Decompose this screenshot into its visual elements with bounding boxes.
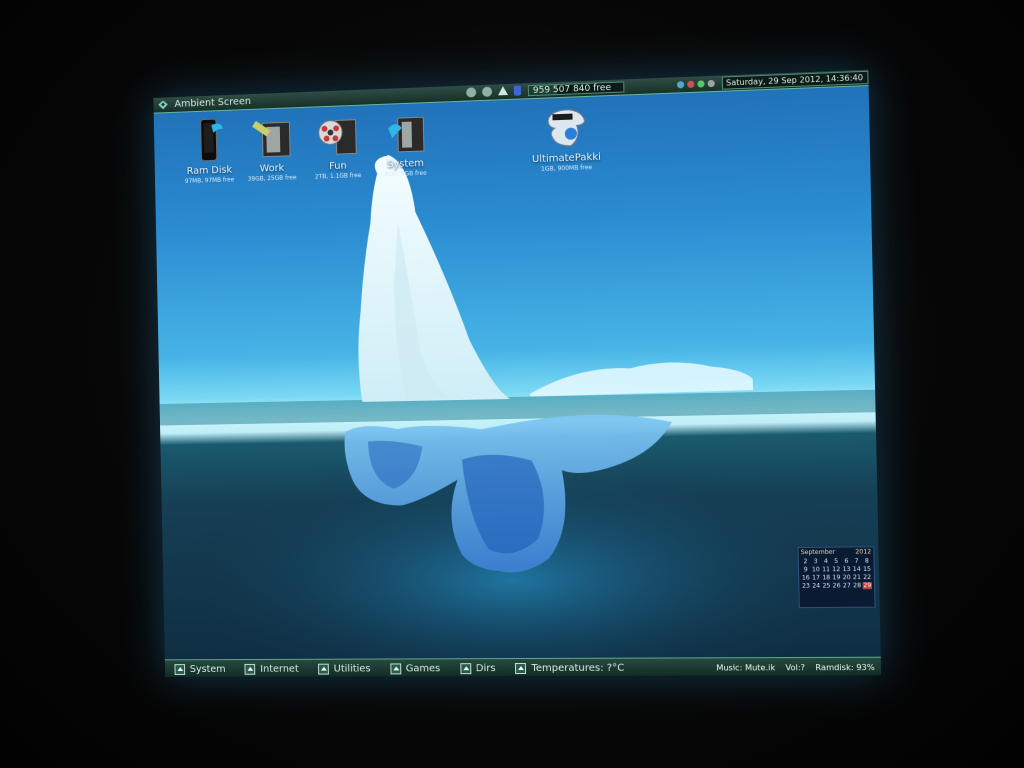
net-indicator-icon [697, 80, 705, 88]
memory-free-text: 959 507 840 free [532, 82, 612, 97]
tray-status-icon[interactable] [466, 87, 477, 98]
app-logo-icon[interactable] [157, 99, 169, 110]
app-title: Ambient Screen [174, 96, 252, 110]
menu-arrow-icon [318, 663, 329, 675]
menu-arrow-icon [174, 663, 186, 675]
calendar-day[interactable]: 15 [862, 566, 871, 573]
calendar-day[interactable]: 7 [852, 558, 861, 565]
calendar-day[interactable]: 20 [842, 574, 851, 581]
calendar-year: 2012 [855, 548, 872, 556]
calendar-day[interactable]: 23 [801, 583, 810, 590]
calendar-day[interactable]: 29 [862, 582, 873, 590]
thermometer-icon [515, 662, 527, 674]
desktop-icon-system[interactable]: System 8GB, 6GB free [370, 109, 440, 180]
calendar-day[interactable]: 19 [832, 574, 841, 581]
calendar-day[interactable]: 22 [863, 574, 872, 581]
misc-indicator-icon [707, 79, 715, 88]
menu-arrow-icon [459, 662, 472, 674]
system-drive-icon [387, 109, 428, 156]
alert-indicator-icon [687, 80, 695, 89]
taskbar-label: Temperatures: ?°C [531, 662, 625, 674]
taskbar-item-dirs[interactable]: Dirs [459, 662, 496, 674]
desktop-icon-ultimatepakki[interactable]: UltimatePakki 1GB, 900MB free [530, 102, 602, 174]
volume-status[interactable]: Vol:? [785, 663, 805, 672]
taskbar-item-temperatures[interactable]: Temperatures: ?°C [515, 662, 625, 674]
calendar-day[interactable]: 16 [801, 574, 810, 581]
memory-indicator-icon [513, 85, 522, 96]
taskbar-item-utilities[interactable]: Utilities [318, 663, 371, 675]
calendar-day[interactable]: 4 [821, 558, 830, 565]
taskbar-label: Games [405, 662, 441, 674]
calendar-day[interactable]: 21 [852, 574, 861, 581]
taskbar-label: System [189, 663, 226, 675]
calendar-day[interactable]: 11 [821, 566, 830, 573]
calendar-day[interactable]: 18 [822, 574, 831, 581]
calendar-day[interactable]: 9 [801, 566, 810, 573]
calendar-month: September [800, 548, 836, 557]
taskbar-status: Music: Mute.ik Vol:? Ramdisk: 93% [716, 662, 875, 672]
ultimatepakki-icon [542, 103, 589, 151]
calendar-day[interactable]: 12 [832, 566, 841, 573]
taskbar-label: Utilities [333, 663, 371, 675]
desktop-icon-fun[interactable]: Fun 2TB, 1.1GB free [303, 111, 373, 182]
calendar-days: 2 3 4 5 6 7 8 9 10 11 12 13 14 15 16 17 18 19 20 21 22 23 24 25… [799, 556, 874, 590]
cpu-indicator-icon [676, 81, 685, 89]
taskbar-item-system[interactable]: System [174, 663, 226, 675]
ramdisk-icon [192, 117, 223, 163]
ramdisk-status: Ramdisk: 93% [815, 662, 875, 672]
calendar-day[interactable]: 10 [811, 566, 820, 573]
calendar-day[interactable]: 6 [842, 558, 851, 565]
calendar-day[interactable]: 5 [831, 558, 840, 565]
taskbar: System Internet Utilities Games Dirs Tem… [164, 656, 882, 677]
eject-icon[interactable] [497, 85, 509, 96]
calendar-widget[interactable]: September 2012 2 3 4 5 6 7 8 9 10 11 12 13 14 15 16 17 1… [797, 546, 876, 609]
film-reel-icon [314, 112, 360, 159]
desktop-icon-ram-disk[interactable]: Ram Disk 97MB, 97MB free [175, 116, 244, 186]
calendar-day[interactable]: 27 [842, 582, 851, 589]
calendar-day[interactable]: 24 [812, 582, 821, 589]
tray-network-icon[interactable] [481, 86, 493, 97]
calendar-day[interactable]: 28 [852, 582, 861, 589]
desktop-icon-work[interactable]: Work 39GB, 25GB free [237, 114, 306, 184]
calendar-day[interactable]: 13 [842, 566, 851, 573]
system-tray [466, 85, 522, 98]
calendar-day[interactable]: 26 [832, 582, 841, 589]
calendar-day[interactable]: 8 [862, 558, 871, 565]
calendar-day[interactable]: 14 [852, 566, 861, 573]
taskbar-item-internet[interactable]: Internet [244, 663, 299, 675]
menu-arrow-icon [389, 662, 401, 674]
memory-free-meter: 959 507 840 free [527, 81, 625, 97]
calendar-day[interactable]: 2 [801, 558, 810, 565]
music-status[interactable]: Music: Mute.ik [716, 663, 775, 672]
taskbar-label: Internet [260, 663, 299, 675]
work-drive-icon [252, 114, 294, 161]
calendar-day[interactable]: 25 [822, 582, 831, 589]
calendar-day[interactable]: 17 [811, 574, 820, 581]
taskbar-label: Dirs [475, 662, 496, 674]
menu-arrow-icon [244, 663, 256, 675]
monitor-screen: Ambient Screen 959 507 840 free Saturday… [153, 69, 882, 677]
calendar-day[interactable]: 3 [811, 558, 820, 565]
taskbar-item-games[interactable]: Games [389, 662, 441, 674]
